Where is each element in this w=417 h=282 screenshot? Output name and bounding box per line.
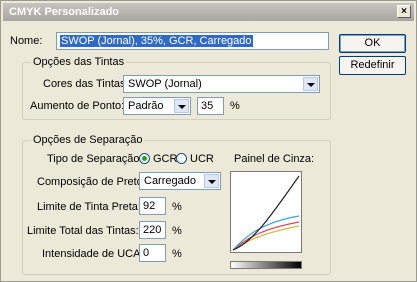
ok-button[interactable]: OK [339, 34, 406, 53]
dot-gain-input[interactable]: 35 [197, 97, 224, 115]
gray-balance-curves [232, 175, 300, 251]
gray-ramp [230, 261, 302, 269]
black-generation-select[interactable]: Carregado [139, 172, 221, 190]
ucr-label: UCR [190, 153, 214, 165]
dot-gain-mode-select[interactable]: Padrão [123, 97, 191, 115]
dot-gain-unit: % [230, 100, 240, 112]
ink-options-title: Opções das Tintas [31, 56, 127, 68]
uca-amount-label: Intensidade de UCA: [42, 248, 144, 260]
uca-amount-unit: % [172, 248, 182, 260]
close-button[interactable]: × [397, 5, 411, 18]
chevron-down-icon [303, 77, 318, 91]
window-title: CMYK Personalizado [9, 6, 120, 18]
total-ink-limit-input[interactable]: 220 [139, 221, 166, 239]
ink-colors-label: Cores das Tintas: [43, 78, 129, 90]
name-field[interactable]: SWOP (Jornal), 35%, GCR, Carregado [56, 32, 329, 50]
chevron-down-icon [174, 99, 189, 113]
chevron-down-icon [204, 174, 219, 188]
ucr-radio[interactable] [176, 153, 187, 164]
reset-button[interactable]: Redefinir [339, 56, 406, 75]
total-ink-limit-label: Limite Total das Tintas: [27, 225, 139, 237]
uca-amount-input[interactable]: 0 [139, 244, 166, 262]
ink-colors-value: SWOP (Jornal) [128, 78, 202, 90]
yellow-curve [232, 225, 300, 251]
gray-panel-label: Painel de Cinza: [234, 153, 315, 165]
name-label: Nome: [10, 35, 43, 47]
separation-options-title: Opções de Separação [31, 134, 145, 146]
gcr-radio[interactable] [139, 153, 150, 164]
gray-balance-graph [230, 171, 302, 253]
title-bar: CMYK Personalizado × [3, 3, 414, 21]
black-generation-value: Carregado [144, 175, 196, 187]
black-generation-label: Composição de Preto: [37, 176, 146, 188]
ink-colors-select[interactable]: SWOP (Jornal) [123, 75, 320, 93]
black-curve [232, 175, 300, 251]
dot-gain-mode-value: Padrão [128, 100, 164, 112]
dot-gain-label: Aumento de Ponto: [30, 100, 125, 112]
black-ink-limit-input[interactable]: 92 [139, 197, 166, 215]
name-value: SWOP (Jornal), 35%, GCR, Carregado [60, 35, 253, 47]
separation-type-label: Tipo de Separação: [47, 153, 143, 165]
black-ink-limit-unit: % [172, 201, 182, 213]
gcr-label: GCR [153, 153, 178, 165]
black-ink-limit-label: Limite de Tinta Preta: [37, 201, 141, 213]
total-ink-limit-unit: % [172, 225, 182, 237]
cmyk-dialog: CMYK Personalizado × Nome: SWOP (Jornal)… [0, 0, 417, 282]
